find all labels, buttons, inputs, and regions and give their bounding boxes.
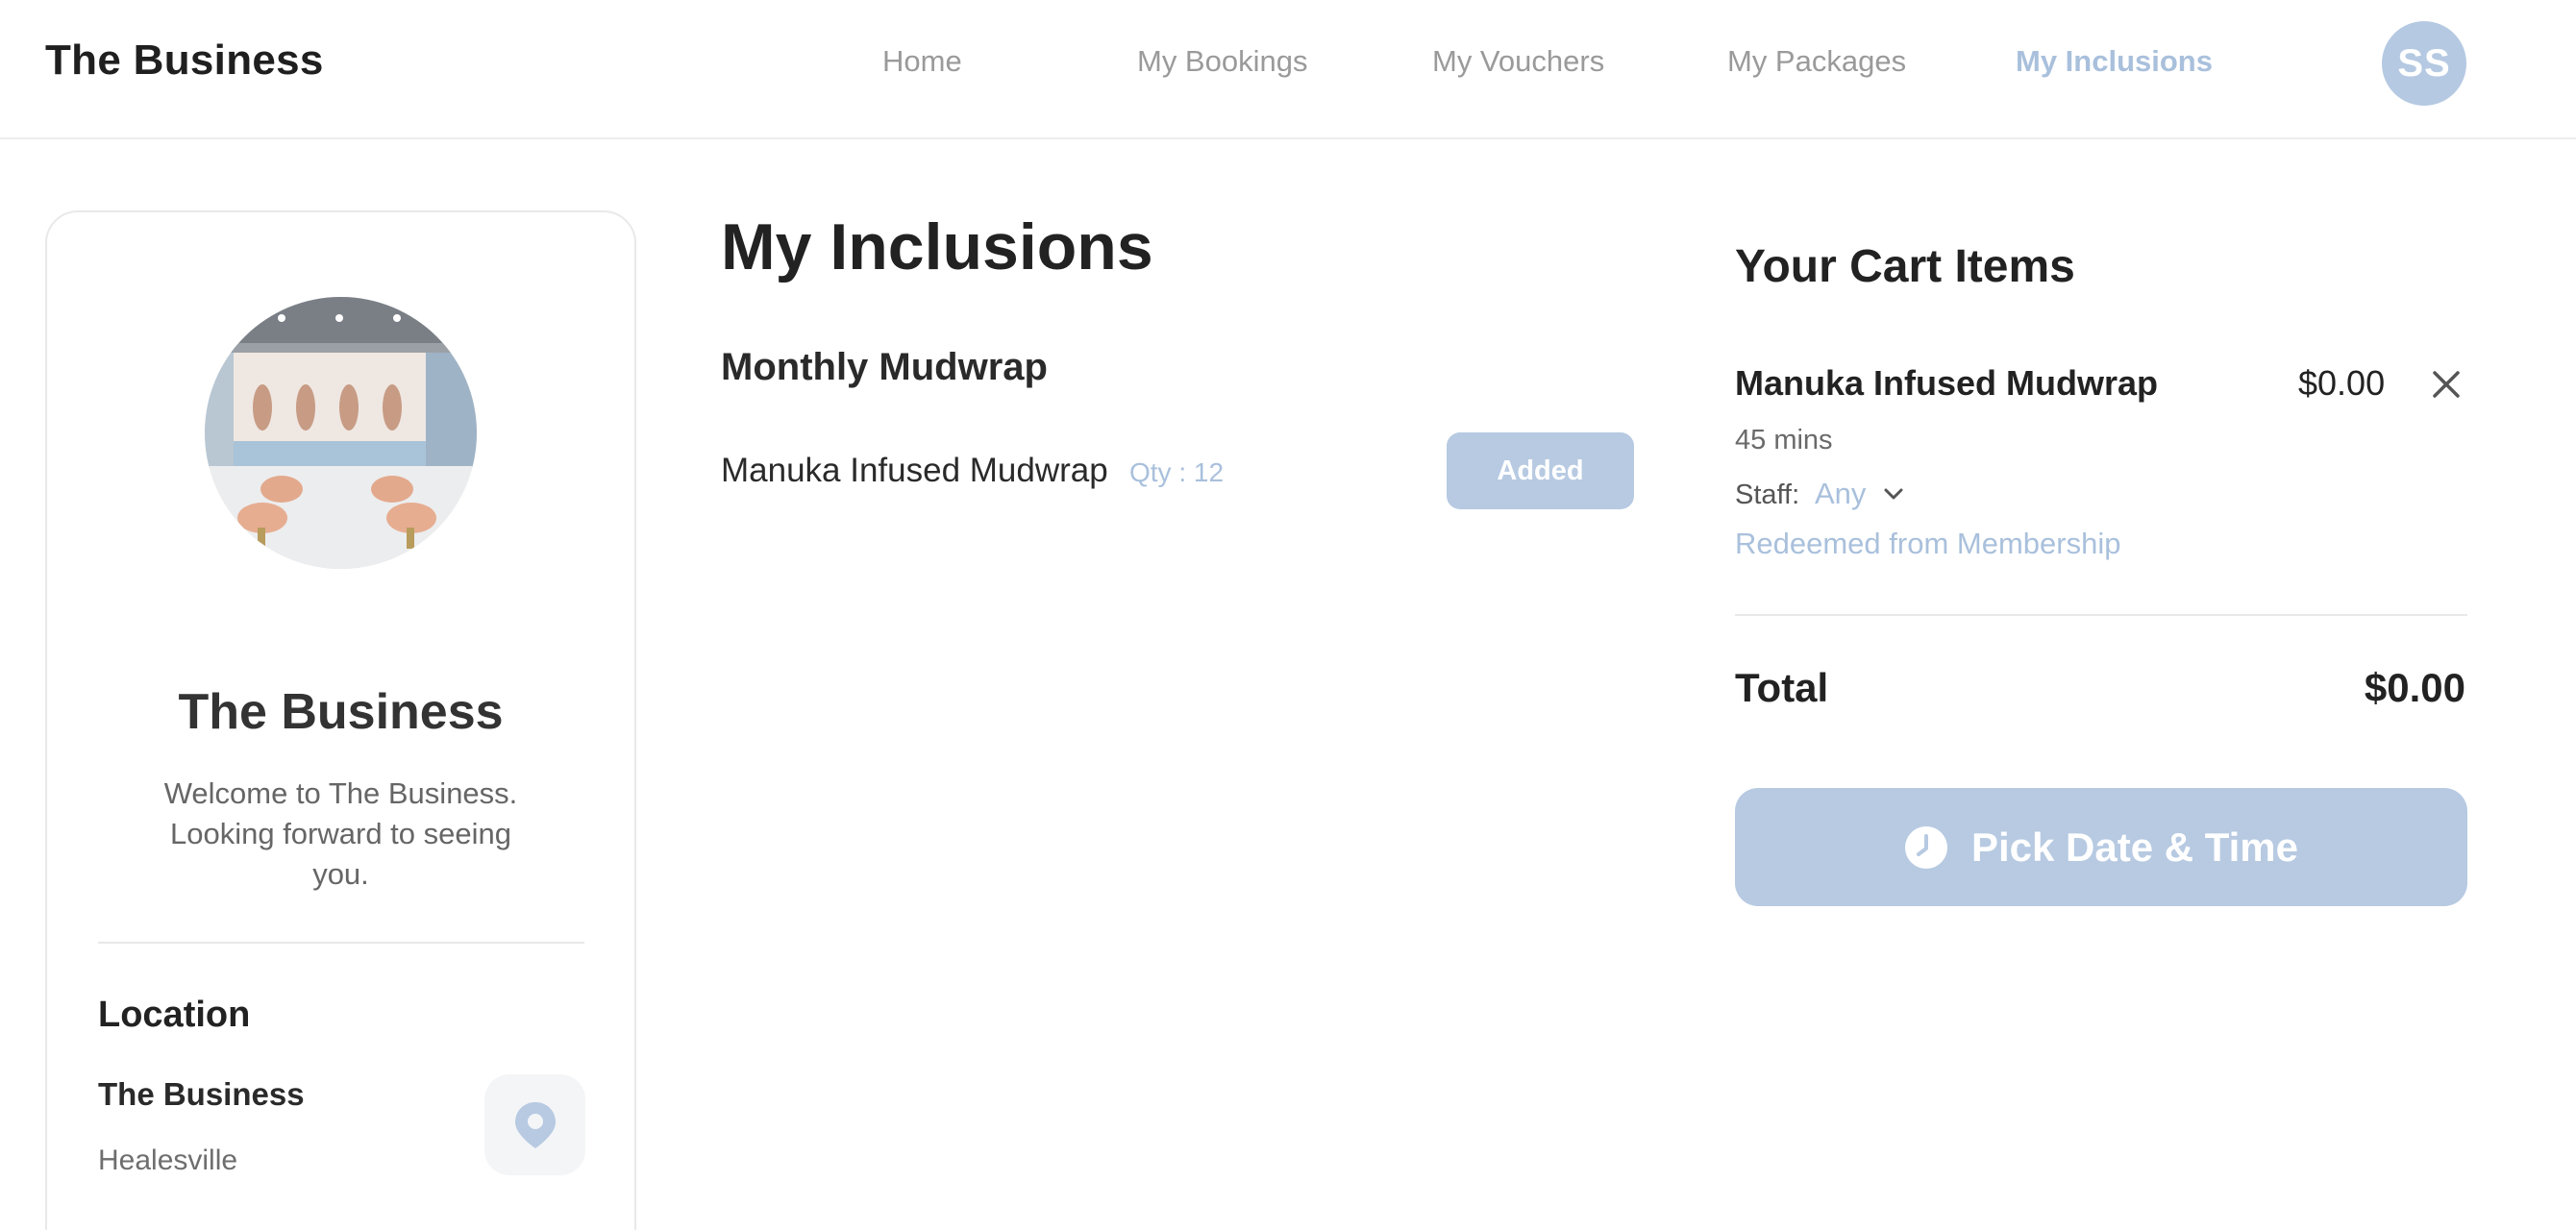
inclusion-qty: Qty : 12 <box>1129 457 1225 487</box>
redeemed-note: Redeemed from Membership <box>1735 527 2121 560</box>
map-pin-icon <box>514 1101 556 1148</box>
business-photo <box>205 297 477 569</box>
divider <box>98 942 584 944</box>
staff-select[interactable]: Any <box>1815 475 1904 513</box>
nav-home[interactable]: Home <box>882 44 962 79</box>
cart-item-duration: 45 mins <box>1735 425 1833 455</box>
location-heading: Location <box>98 995 251 1035</box>
nav-my-bookings[interactable]: My Bookings <box>1137 44 1307 79</box>
page-title: My Inclusions <box>721 210 1153 283</box>
divider <box>1735 614 2467 616</box>
cart-item-name: Manuka Infused Mudwrap <box>1735 363 2159 403</box>
business-name: The Business <box>178 684 504 740</box>
cart-heading: Your Cart Items <box>1735 241 2075 292</box>
staff-label: Staff: <box>1735 480 1800 510</box>
pick-date-time-button[interactable]: Pick Date & Time <box>1735 788 2467 906</box>
nav-my-packages[interactable]: My Packages <box>1727 44 1906 79</box>
remove-item-button[interactable] <box>2427 365 2465 404</box>
top-navbar: The Business Home My Bookings My Voucher… <box>0 0 2576 139</box>
user-avatar[interactable]: SS <box>2382 21 2466 106</box>
salon-interior-image <box>205 297 477 569</box>
nav-my-inclusions[interactable]: My Inclusions <box>2016 44 2213 79</box>
close-icon <box>2433 371 2460 398</box>
nav-my-vouchers[interactable]: My Vouchers <box>1432 44 1604 79</box>
business-info-card: The Business Welcome to The Business. Lo… <box>45 210 636 1230</box>
staff-selected-value: Any <box>1815 477 1867 510</box>
cart-item-price: $0.00 <box>2298 363 2386 403</box>
total-label: Total <box>1735 665 1829 710</box>
chevron-down-icon <box>1884 488 1903 500</box>
inclusion-row: Manuka Infused Mudwrap Qty : 12 Added <box>721 432 1634 509</box>
inclusion-service-name: Manuka Infused Mudwrap <box>721 452 1108 489</box>
package-name: Monthly Mudwrap <box>721 346 1048 388</box>
location-city: Healesville <box>98 1144 238 1176</box>
location-map-button[interactable] <box>484 1074 585 1175</box>
location-name: The Business <box>98 1076 305 1112</box>
total-value: $0.00 <box>2364 665 2465 710</box>
business-welcome-text: Welcome to The Business. Looking forward… <box>163 776 518 891</box>
clock-icon <box>1904 825 1947 869</box>
brand-logo-text[interactable]: The Business <box>45 37 324 85</box>
added-button[interactable]: Added <box>1447 432 1634 509</box>
pick-date-time-label: Pick Date & Time <box>1970 824 2299 870</box>
